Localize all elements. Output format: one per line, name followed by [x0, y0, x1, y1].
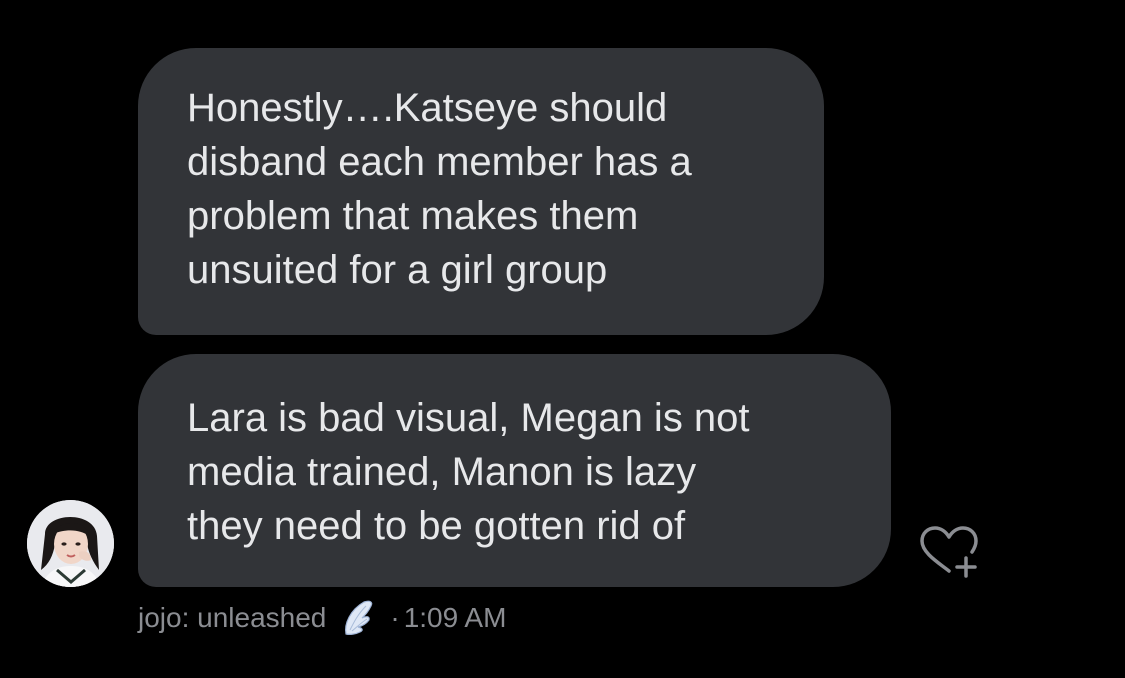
profile-photo — [27, 500, 114, 587]
meta-separator: · — [390, 602, 400, 633]
add-reaction-button[interactable] — [917, 523, 985, 583]
angel-wing-icon — [340, 598, 376, 638]
message-text-line: problem that makes them — [187, 194, 639, 238]
message-text-line: media trained, Manon is lazy — [187, 450, 697, 494]
message-text-line: disband each member has a — [187, 140, 692, 184]
timestamp: 1:09 AM — [403, 602, 507, 633]
sender-name[interactable]: jojo: unleashed — [138, 598, 326, 638]
message-text-line: Honestly….Katseye should — [187, 86, 668, 130]
message-meta: jojo: unleashed · 1:09 AM — [138, 598, 506, 638]
message-text-line: Lara is bad visual, Megan is not — [187, 396, 750, 440]
message-text-line: they need to be gotten rid of — [187, 504, 686, 548]
heart-plus-icon — [920, 526, 978, 578]
message-text-line: unsuited for a girl group — [187, 248, 608, 292]
message-bubble[interactable]: Honestly….Katseye should disband each me… — [138, 48, 824, 335]
message-bubble[interactable]: Lara is bad visual, Megan is not media t… — [138, 354, 891, 587]
avatar[interactable] — [27, 500, 114, 587]
